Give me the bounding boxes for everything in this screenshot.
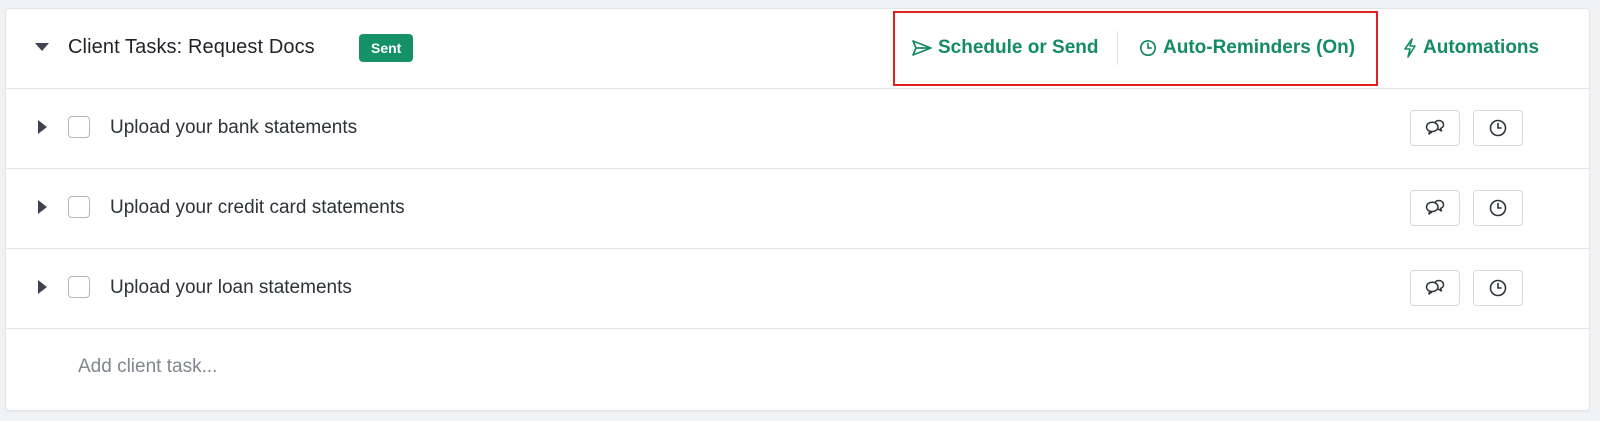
caret-right-icon[interactable] [38, 200, 47, 214]
task-checkbox[interactable] [68, 196, 90, 218]
client-tasks-card: Client Tasks: Request Docs Sent Schedule… [5, 8, 1590, 411]
reminder-button[interactable] [1473, 190, 1523, 226]
clock-icon [1139, 39, 1157, 57]
schedule-or-send-label: Schedule or Send [938, 37, 1099, 58]
schedule-or-send-button[interactable]: Schedule or Send [912, 36, 1098, 60]
auto-reminders-button[interactable]: Auto-Reminders (On) [1139, 36, 1355, 60]
task-checkbox[interactable] [68, 116, 90, 138]
reminder-button[interactable] [1473, 110, 1523, 146]
comment-button[interactable] [1410, 110, 1460, 146]
automations-label: Automations [1423, 37, 1540, 58]
automations-button[interactable]: Automations [1403, 36, 1539, 60]
caret-right-icon[interactable] [38, 120, 47, 134]
caret-down-icon[interactable] [35, 43, 49, 51]
task-label: Upload your loan statements [110, 277, 352, 298]
status-badge: Sent [359, 34, 414, 62]
send-icon [912, 40, 932, 56]
task-label: Upload your bank statements [110, 117, 358, 138]
comment-button[interactable] [1410, 270, 1460, 306]
clock-icon [1489, 199, 1507, 217]
add-client-task-input[interactable]: Add client task... [78, 355, 217, 379]
task-label: Upload your credit card statements [110, 197, 405, 218]
card-header: Client Tasks: Request Docs Sent Schedule… [6, 9, 1589, 89]
clock-icon [1489, 119, 1507, 137]
action-divider [1117, 31, 1118, 65]
clock-icon [1489, 279, 1507, 297]
caret-right-icon[interactable] [38, 280, 47, 294]
task-row: Upload your credit card statements [6, 169, 1589, 249]
task-row: Upload your loan statements [6, 249, 1589, 329]
task-checkbox[interactable] [68, 276, 90, 298]
reminder-button[interactable] [1473, 270, 1523, 306]
comment-button[interactable] [1410, 190, 1460, 226]
lightning-icon [1404, 38, 1416, 58]
task-row: Upload your bank statements [6, 89, 1589, 169]
section-title: Client Tasks: Request Docs [68, 36, 315, 58]
auto-reminders-label: Auto-Reminders (On) [1163, 37, 1356, 58]
chat-bubbles-icon [1425, 279, 1445, 295]
chat-bubbles-icon [1425, 119, 1445, 135]
chat-bubbles-icon [1425, 199, 1445, 215]
